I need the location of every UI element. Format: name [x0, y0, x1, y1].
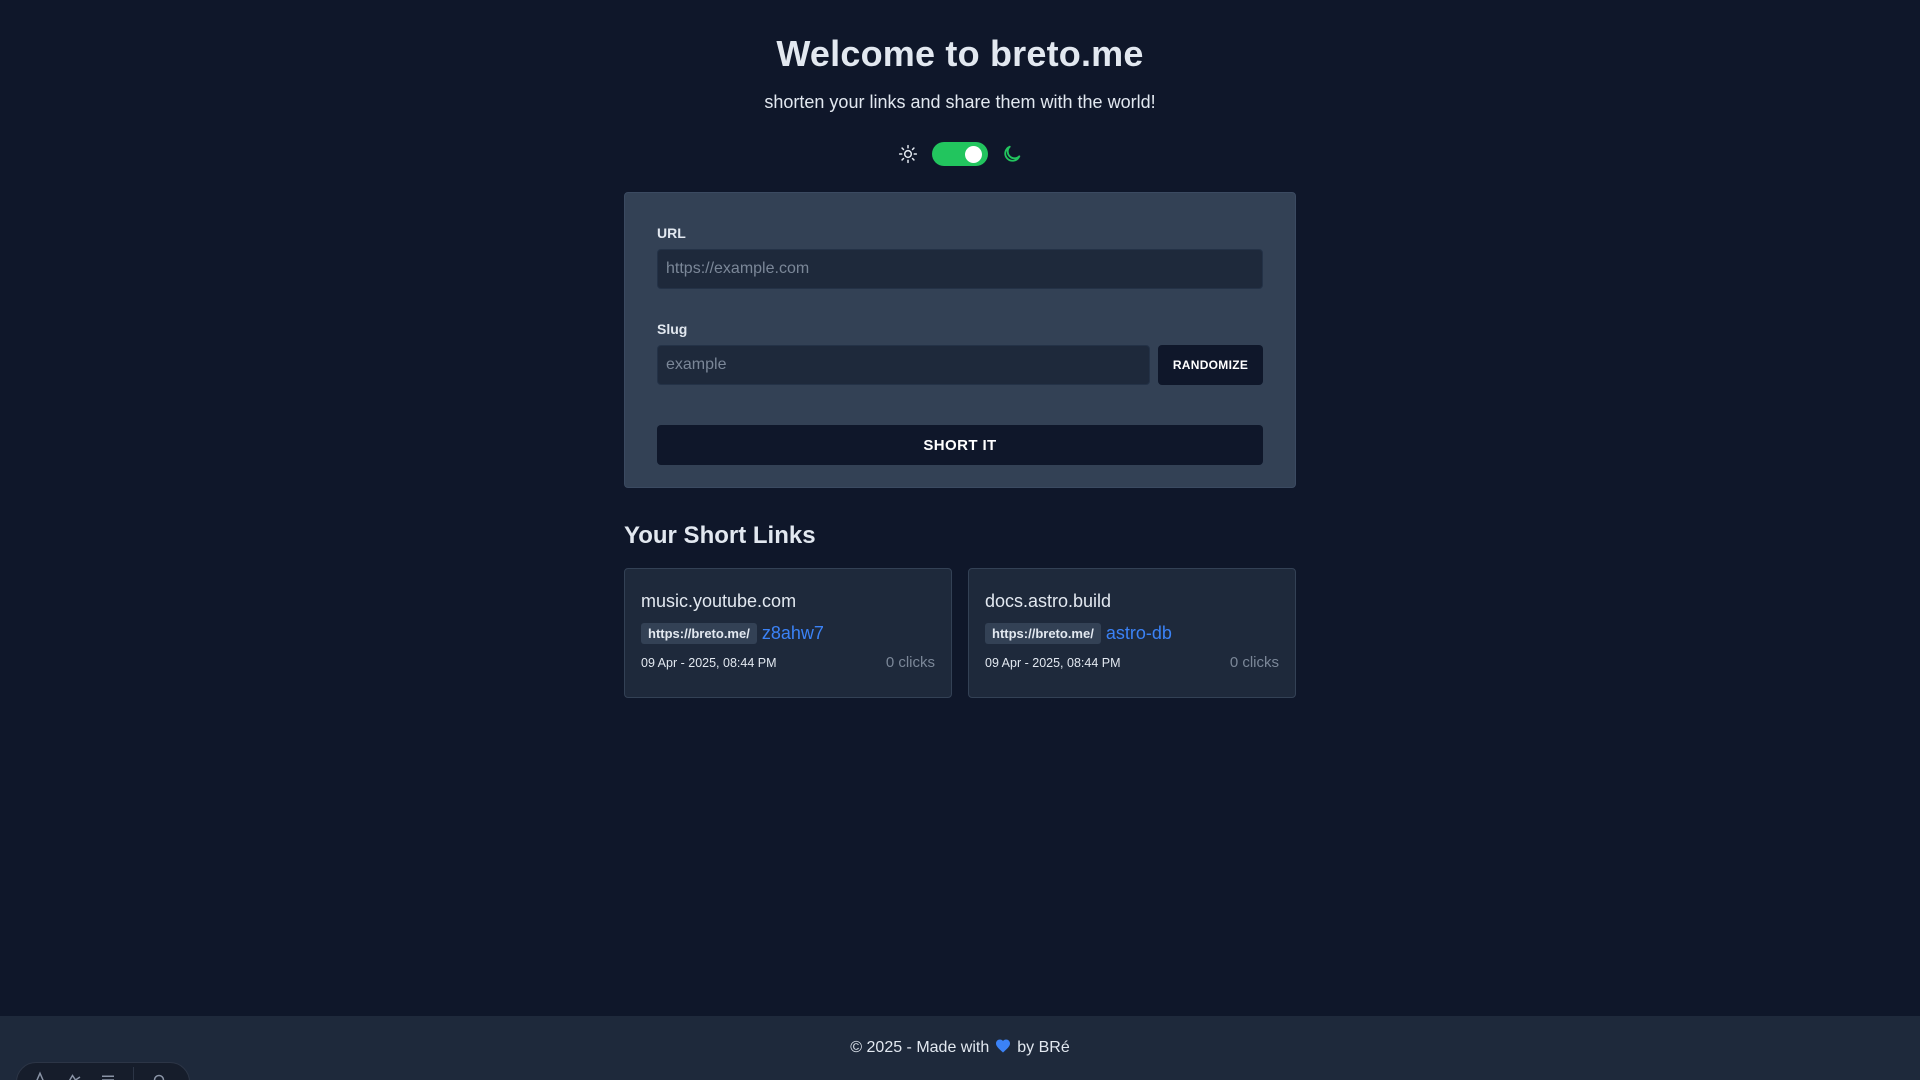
short-link-card: docs.astro.build https://breto.me/ astro…: [968, 568, 1296, 698]
page-subtitle: shorten your links and share them with t…: [764, 92, 1156, 112]
short-link-card: music.youtube.com https://breto.me/ z8ah…: [624, 568, 952, 698]
toggle-knob: [965, 146, 982, 163]
card-host: music.youtube.com: [641, 591, 797, 611]
slug-field-group: Slug RANDOMIZE: [657, 321, 1263, 385]
dark-mode-toggle[interactable]: [932, 142, 988, 166]
short-it-button[interactable]: SHORT IT: [657, 425, 1263, 465]
shorten-form: URL Slug RANDOMIZE SHORT IT: [624, 192, 1296, 488]
toolbar-settings-icon[interactable]: [150, 1071, 168, 1080]
card-host: docs.astro.build: [985, 591, 1112, 611]
short-links-list: music.youtube.com https://breto.me/ z8ah…: [624, 568, 1296, 698]
heart-icon: [995, 1038, 1011, 1058]
dev-toolbar[interactable]: [16, 1062, 190, 1080]
url-field-group: URL: [657, 225, 1263, 289]
footer: © 2025 - Made with by BRé: [0, 1016, 1920, 1080]
randomize-button[interactable]: RANDOMIZE: [1158, 345, 1263, 385]
toolbar-app-icon[interactable]: [65, 1071, 83, 1080]
page-title: Welcome to breto.me: [776, 33, 1144, 74]
card-slug-link[interactable]: astro-db: [1106, 623, 1172, 644]
toolbar-logo-icon[interactable]: [31, 1070, 49, 1080]
card-meta: 09 Apr - 2025, 08:44 PM 0 clicks: [641, 654, 935, 671]
card-date: 09 Apr - 2025, 08:44 PM: [985, 655, 1121, 670]
card-short-url: https://breto.me/ astro-db: [985, 623, 1279, 644]
card-meta: 09 Apr - 2025, 08:44 PM 0 clicks: [985, 654, 1279, 671]
slug-input[interactable]: [657, 345, 1150, 385]
card-url-prefix: https://breto.me/: [641, 623, 757, 644]
card-date: 09 Apr - 2025, 08:44 PM: [641, 655, 777, 670]
url-input[interactable]: [657, 249, 1263, 289]
page: Welcome to breto.me shorten your links a…: [0, 0, 1920, 1080]
card-clicks: 0 clicks: [1229, 654, 1279, 671]
sun-icon: [896, 142, 920, 166]
toolbar-menu-icon[interactable]: [99, 1071, 117, 1080]
card-short-url: https://breto.me/ z8ahw7: [641, 623, 935, 644]
card-url-prefix: https://breto.me/: [985, 623, 1101, 644]
card-slug-link[interactable]: z8ahw7: [762, 623, 824, 644]
card-clicks: 0 clicks: [885, 654, 935, 671]
theme-switcher: [0, 142, 1920, 166]
url-label: URL: [657, 225, 686, 241]
toolbar-divider: [133, 1067, 134, 1080]
slug-row: RANDOMIZE: [657, 345, 1263, 385]
short-links-heading: Your Short Links: [624, 522, 816, 549]
moon-icon: [1000, 142, 1024, 166]
footer-author: by BRé: [1017, 1039, 1070, 1056]
slug-label: Slug: [657, 321, 688, 337]
footer-copyright: © 2025 - Made with: [850, 1039, 990, 1056]
hero: Welcome to breto.me shorten your links a…: [0, 0, 1920, 166]
